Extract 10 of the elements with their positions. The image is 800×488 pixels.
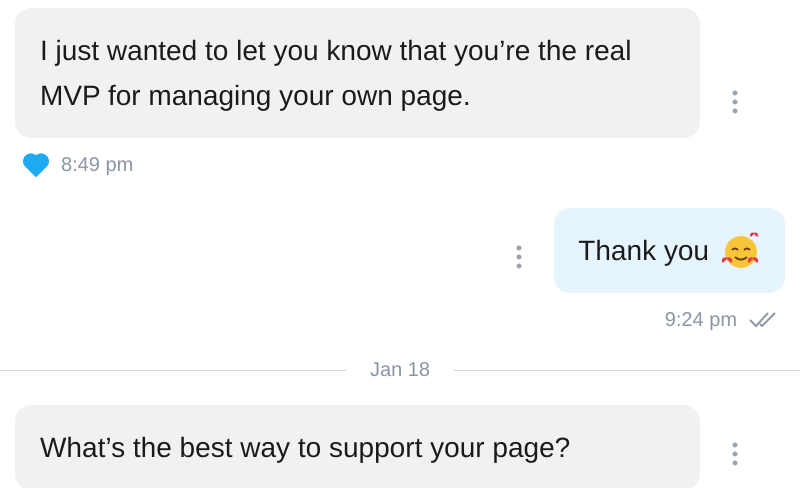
- message-text: I just wanted to let you know that you’re the real MVP for managing your own page.: [40, 34, 632, 113]
- message-text: Thank you: [578, 234, 709, 268]
- more-options-icon[interactable]: [516, 245, 522, 269]
- heart-icon[interactable]: [23, 153, 49, 177]
- message-text: What’s the best way to support your page?: [40, 431, 570, 465]
- more-options-icon[interactable]: [732, 442, 738, 466]
- date-separator: Jan 18: [370, 358, 430, 383]
- more-options-icon[interactable]: [732, 90, 738, 114]
- message-time: 9:24 pm: [664, 308, 737, 333]
- message-time: 8:49 pm: [61, 153, 134, 178]
